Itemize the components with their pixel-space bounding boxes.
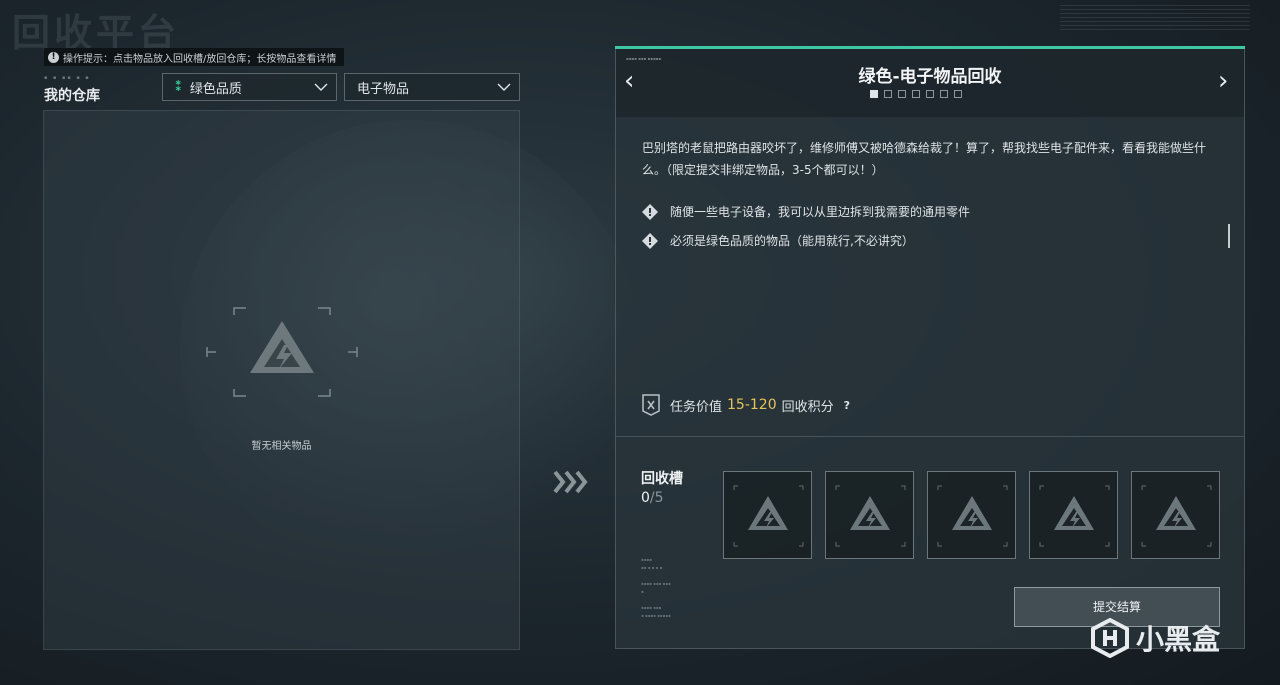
empty-slot-logo-icon xyxy=(1039,485,1110,547)
empty-slot-logo-icon xyxy=(937,485,1008,547)
pager-dot[interactable] xyxy=(898,90,906,98)
bin-count-value: 0 xyxy=(641,490,650,506)
empty-slot-logo-icon xyxy=(733,485,804,547)
pager-dot[interactable] xyxy=(940,90,948,98)
reward-points-icon xyxy=(642,394,660,416)
tip-text: 操作提示：点击物品放入回收槽/放回仓库；长按物品查看详情 xyxy=(63,53,337,65)
recycle-bin-count: 0/5 xyxy=(641,490,664,506)
warehouse-title: 我的仓库 xyxy=(44,88,100,104)
requirement-text: 随便一些电子设备，我可以从里边拆到我需要的通用零件 xyxy=(670,205,971,219)
empty-logo-icon xyxy=(206,307,358,397)
title-decoration: ▪ ▪ ▪▪ ▪ ▪ xyxy=(44,75,91,81)
reward-label-suffix: 回收积分 xyxy=(781,399,834,415)
diamond-alert-icon xyxy=(642,232,658,249)
empty-slot-logo-icon xyxy=(835,485,906,547)
description-scrollbar[interactable] xyxy=(1228,224,1230,248)
recycle-slot[interactable] xyxy=(1029,471,1118,559)
header-decoration: ▪▪▪▪ ▪▪▪ ▪▪▪▪▪ xyxy=(626,56,662,61)
help-icon[interactable]: ? xyxy=(844,399,850,412)
pager-dot[interactable] xyxy=(870,90,878,98)
diamond-alert-icon xyxy=(642,203,658,220)
empty-text: 暂无相关物品 xyxy=(251,441,312,452)
triple-chevron-right-icon xyxy=(553,470,588,494)
quality-filter-dropdown[interactable]: ⁑ 绿色品质 xyxy=(162,73,337,101)
category-filter-dropdown[interactable]: 电子物品 xyxy=(344,73,520,101)
next-quest-button[interactable]: › xyxy=(1218,67,1228,95)
recycle-slot[interactable] xyxy=(825,471,914,559)
recycle-slot[interactable] xyxy=(723,471,812,559)
empty-slot-logo-icon xyxy=(1141,485,1212,547)
recycle-bin-title: 回收槽 xyxy=(641,471,683,487)
chevron-down-icon xyxy=(314,83,328,91)
quality-mark-icon: ⁑ xyxy=(175,79,182,95)
heybox-logo-icon xyxy=(1091,618,1129,658)
quest-pager xyxy=(870,90,962,98)
bin-count-max: /5 xyxy=(649,490,664,506)
reward-label-prefix: 任务价值 xyxy=(670,399,723,415)
quest-reward: 任务价值 15-120 回收积分 ? xyxy=(641,394,850,416)
corner-decoration xyxy=(1060,4,1250,30)
requirement-item: 必须是绿色品质的物品（能用就行,不必讲究） xyxy=(642,232,914,249)
watermark: 小黑盒 xyxy=(1090,618,1220,658)
info-icon: ! xyxy=(48,51,59,63)
warehouse-item-area[interactable]: 暂无相关物品 xyxy=(43,110,520,650)
meta-decoration: ▪▪▪▪ ▪▪ ▪ ▪ ▪ ▪ ▪▪▪▪ ▪▪▪ ▪▪▪ ▪ ▪▪▪▪ ▪▪▪ ▪ ▪▪▪… xyxy=(641,557,671,618)
quest-title: 绿色-电子物品回收 xyxy=(858,67,1002,87)
category-filter-value: 电子物品 xyxy=(357,81,410,97)
recycle-slot[interactable] xyxy=(927,471,1016,559)
pager-dot[interactable] xyxy=(912,90,920,98)
requirement-text: 必须是绿色品质的物品（能用就行,不必讲究） xyxy=(670,234,914,248)
operation-tip: ! 操作提示：点击物品放入回收槽/放回仓库；长按物品查看详情 xyxy=(44,48,345,66)
chevron-down-icon xyxy=(497,83,511,91)
requirement-item: 随便一些电子设备，我可以从里边拆到我需要的通用零件 xyxy=(642,203,970,220)
watermark-text: 小黑盒 xyxy=(1136,623,1221,656)
section-divider xyxy=(616,436,1244,437)
recycle-slot[interactable] xyxy=(1131,471,1220,559)
pager-dot[interactable] xyxy=(884,90,892,98)
pager-dot[interactable] xyxy=(926,90,934,98)
reward-value: 15-120 xyxy=(727,397,777,413)
quality-filter-value: 绿色品质 xyxy=(189,81,242,97)
quest-description: 巴别塔的老鼠把路由器咬坏了，维修师傅又被哈德森给裁了！算了，帮我找些电子配件来，… xyxy=(642,141,1207,177)
pager-dot[interactable] xyxy=(954,90,962,98)
